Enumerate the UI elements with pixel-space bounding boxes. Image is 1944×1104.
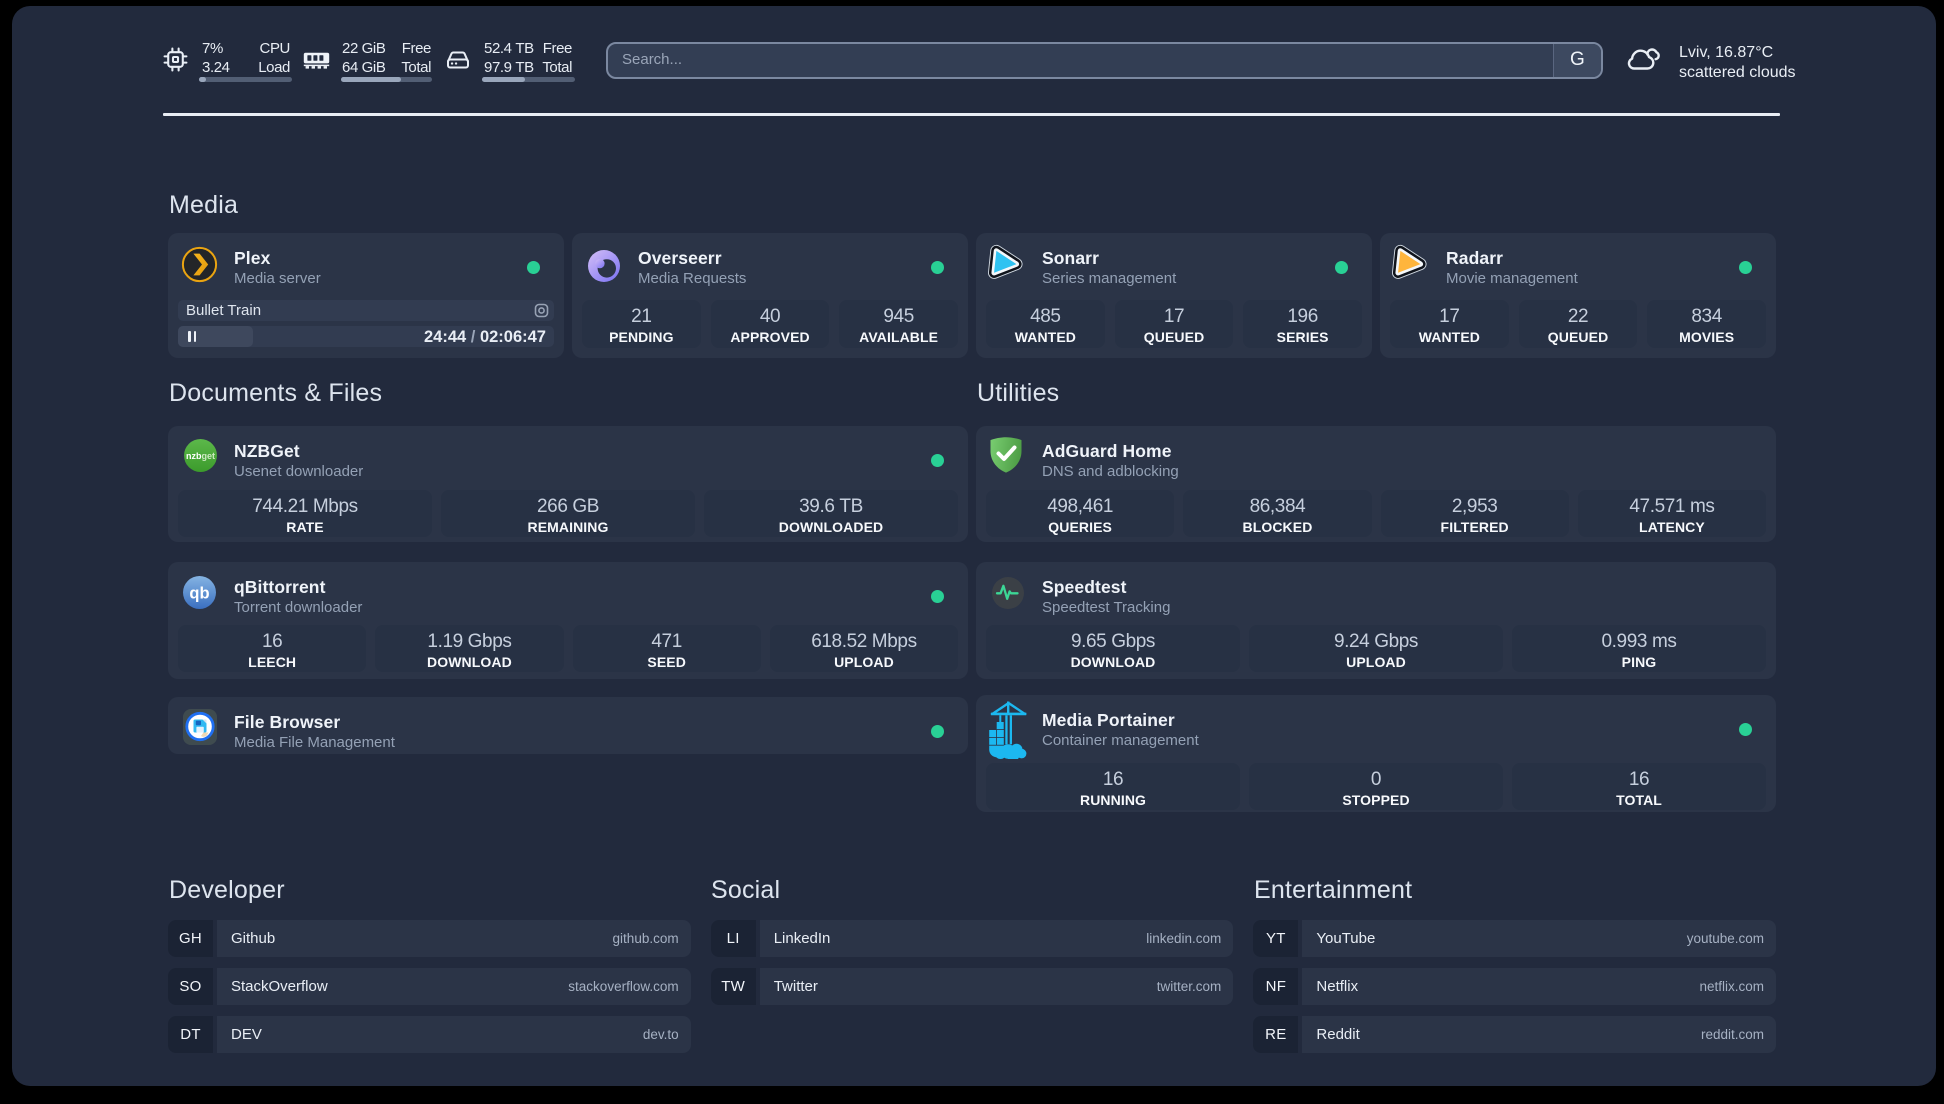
- svg-text:nzbget: nzbget: [186, 451, 215, 461]
- svg-text:qb: qb: [189, 585, 209, 603]
